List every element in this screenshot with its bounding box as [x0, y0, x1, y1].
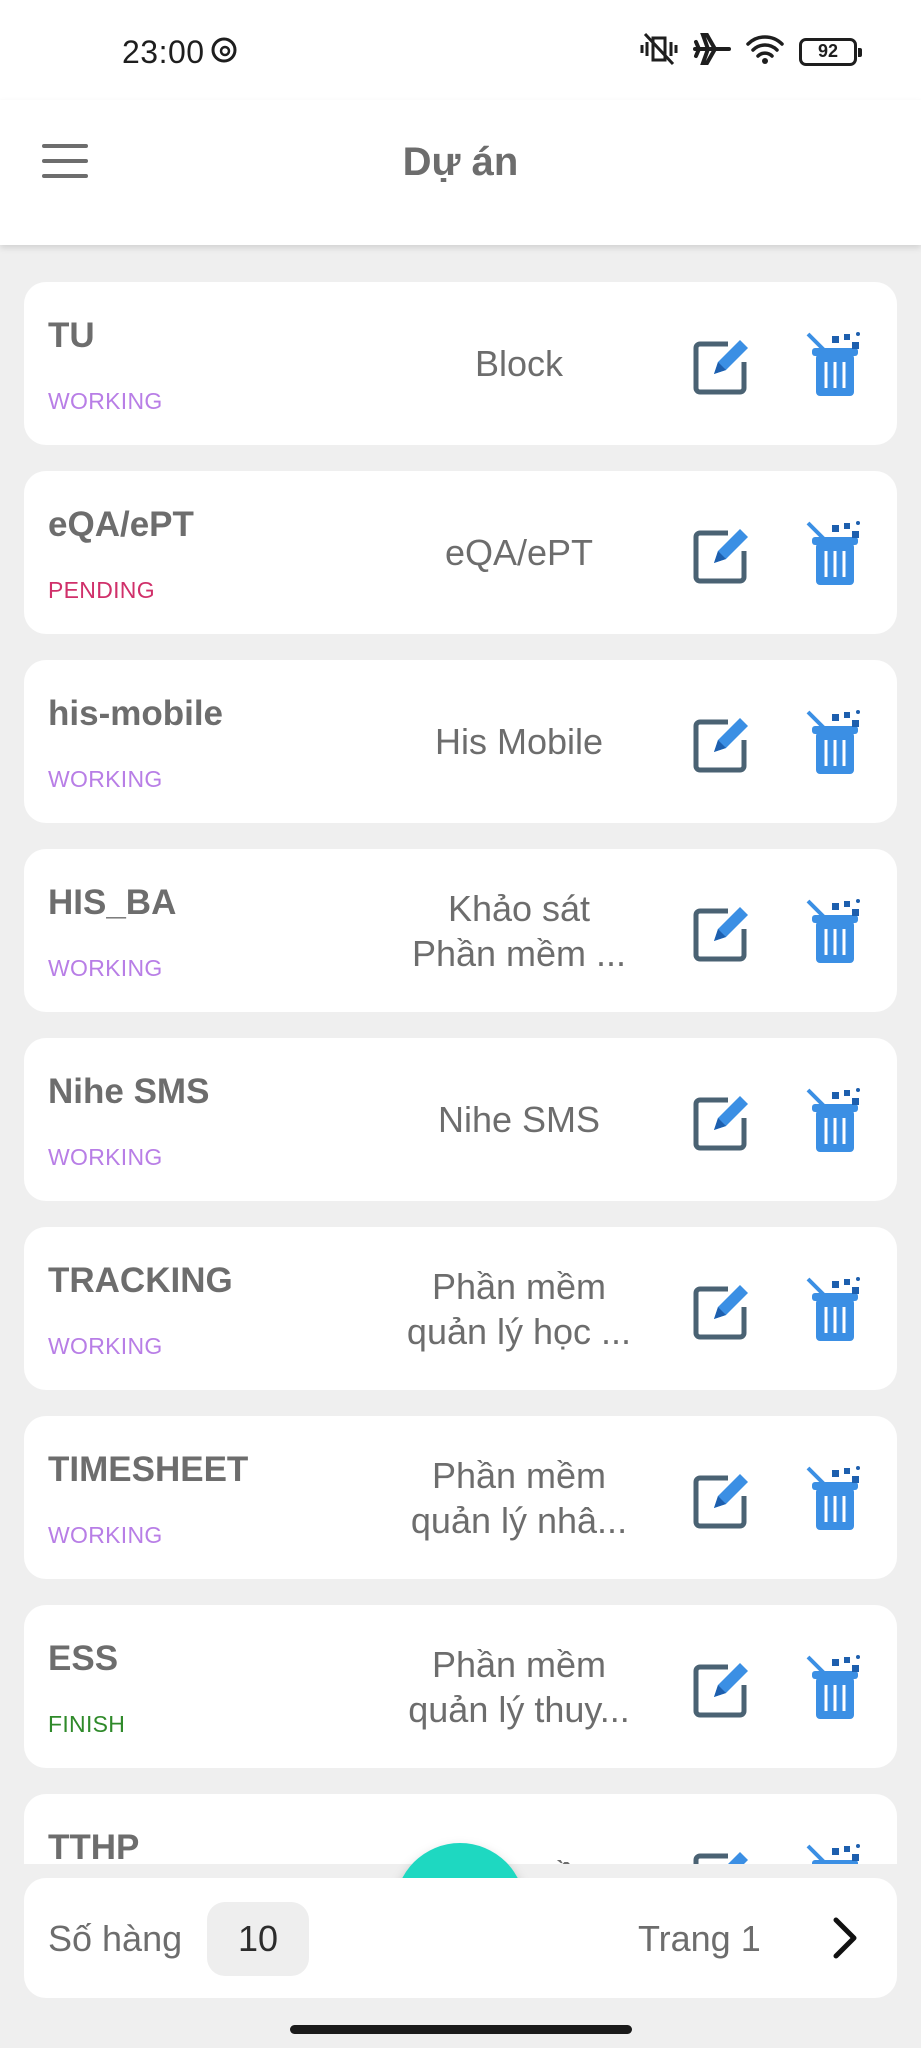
project-name: TIMESHEET — [48, 1450, 249, 1489]
status-time: 23:00 — [122, 34, 205, 70]
project-card[interactable]: TIMESHEET WORKING Phần mềm quản lý nhâ... — [24, 1416, 897, 1579]
project-name: HIS_BA — [48, 883, 177, 922]
project-description: Phần mềm — [359, 1794, 679, 1864]
project-list: TU WORKING Block eQA/ePT PENDING eQA/ePT his-m… — [24, 282, 897, 1864]
edit-icon — [690, 718, 756, 780]
delete-button[interactable] — [802, 1842, 868, 1864]
project-description: Nihe SMS — [437, 1099, 601, 1140]
app-bar: Dự án — [0, 100, 921, 245]
page-title: Dự án — [402, 140, 519, 184]
battery-icon: 92 — [799, 37, 862, 66]
project-name: ESS — [48, 1639, 119, 1678]
edit-button[interactable] — [690, 1844, 756, 1864]
delete-button[interactable] — [802, 1275, 868, 1345]
edit-button[interactable] — [690, 332, 756, 398]
trash-icon — [802, 521, 868, 593]
home-indicator — [290, 2025, 632, 2034]
airplane-icon — [693, 32, 731, 71]
project-description: His Mobile — [434, 721, 604, 762]
pagination-bar: Số hàng 10 Trang 1 — [24, 1878, 897, 1998]
project-status: WORKING — [48, 1333, 163, 1359]
delete-button[interactable] — [802, 1086, 868, 1156]
edit-icon — [690, 340, 756, 402]
chevron-right-icon — [833, 1917, 857, 1959]
edit-icon — [690, 529, 756, 591]
edit-button[interactable] — [690, 1088, 756, 1154]
project-name: Nihe SMS — [48, 1072, 210, 1111]
trash-icon — [802, 899, 868, 971]
project-card[interactable]: ESS FINISH Phần mềm quản lý thuy... — [24, 1605, 897, 1768]
edit-button[interactable] — [690, 1655, 756, 1721]
edit-button[interactable] — [690, 899, 756, 965]
trash-icon — [802, 1277, 868, 1349]
delete-button[interactable] — [802, 897, 868, 967]
project-description: Khảo sát Phần mềm ... — [411, 887, 627, 974]
project-description: Phần mềm quản lý thuy... — [408, 1643, 630, 1730]
edit-button[interactable] — [690, 710, 756, 776]
trash-icon — [802, 1655, 868, 1727]
project-name: TRACKING — [48, 1261, 233, 1300]
project-status: WORKING — [48, 388, 163, 414]
status-icons: 92 — [639, 32, 862, 71]
delete-button[interactable] — [802, 519, 868, 589]
project-card[interactable]: eQA/ePT PENDING eQA/ePT — [24, 471, 897, 634]
project-status: PENDING — [48, 577, 155, 603]
delete-button[interactable] — [802, 1464, 868, 1534]
project-description: eQA/ePT — [444, 532, 594, 573]
edit-button[interactable] — [690, 521, 756, 587]
edit-icon — [690, 1096, 756, 1158]
delete-button[interactable] — [802, 708, 868, 778]
status-bar: 23:00 92 — [0, 0, 921, 100]
page-indicator: Trang 1 — [638, 1918, 761, 1959]
rows-per-page-label: Số hàng — [48, 1918, 183, 1959]
rows-per-page-select[interactable]: 10 — [207, 1902, 309, 1976]
project-name: TTHP — [48, 1828, 140, 1864]
delete-button[interactable] — [802, 330, 868, 400]
trash-icon — [802, 710, 868, 782]
project-status: FINISH — [48, 1711, 126, 1737]
project-card[interactable]: Nihe SMS WORKING Nihe SMS — [24, 1038, 897, 1201]
edit-icon — [690, 1663, 756, 1725]
project-card[interactable]: TU WORKING Block — [24, 282, 897, 445]
edit-icon — [690, 907, 756, 969]
project-card[interactable]: HIS_BA WORKING Khảo sát Phần mềm ... — [24, 849, 897, 1012]
trash-icon — [802, 332, 868, 404]
project-card[interactable]: TRACKING WORKING Phần mềm quản lý học ... — [24, 1227, 897, 1390]
project-status: WORKING — [48, 766, 163, 792]
trash-icon — [802, 1466, 868, 1538]
silent-vibrate-icon — [639, 32, 679, 71]
edit-icon — [690, 1474, 756, 1536]
next-page-button[interactable] — [814, 1908, 874, 1968]
trash-icon — [802, 1088, 868, 1160]
project-status: WORKING — [48, 1522, 163, 1548]
project-name: TU — [48, 316, 95, 355]
edit-icon — [690, 1285, 756, 1347]
edit-button[interactable] — [690, 1466, 756, 1532]
project-card[interactable]: his-mobile WORKING His Mobile — [24, 660, 897, 823]
project-status: WORKING — [48, 1144, 163, 1170]
project-name: his-mobile — [48, 694, 224, 733]
project-description: Phần mềm quản lý học ... — [406, 1265, 632, 1352]
wifi-icon — [745, 33, 785, 70]
project-name: eQA/ePT — [48, 505, 194, 544]
edit-button[interactable] — [690, 1277, 756, 1343]
battery-level: 92 — [817, 41, 839, 61]
delete-button[interactable] — [802, 1653, 868, 1723]
project-description: Block — [474, 343, 564, 384]
project-status: WORKING — [48, 955, 163, 981]
project-description: Phần mềm quản lý nhâ... — [410, 1454, 628, 1541]
threads-icon — [210, 36, 238, 69]
